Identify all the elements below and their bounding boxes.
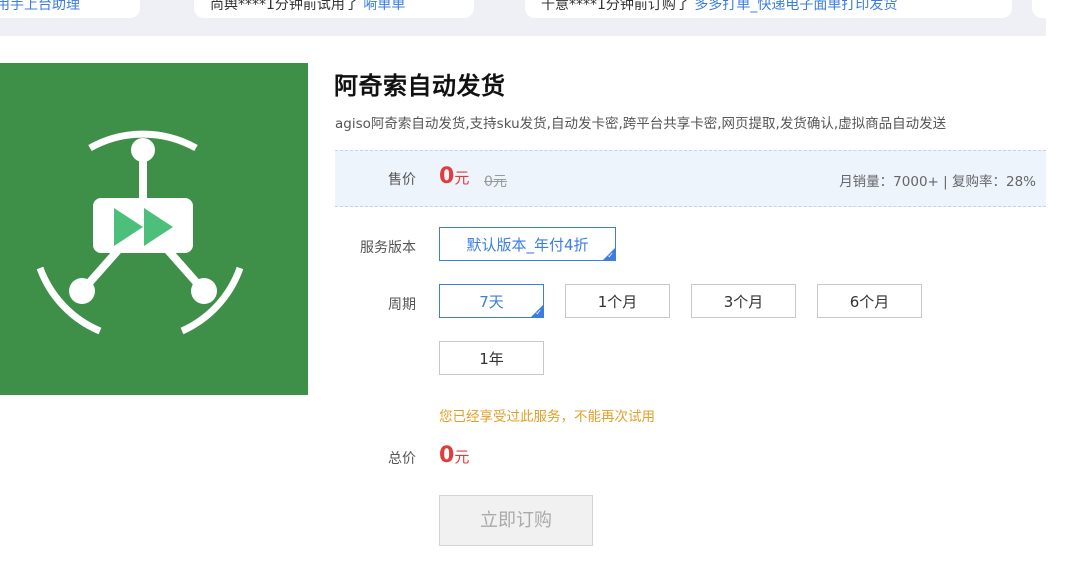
version-option-default[interactable]: 默认版本_年付4折 ✓ — [439, 227, 616, 261]
period-label: 周期 — [388, 297, 416, 313]
period-option-label: 1年 — [479, 350, 504, 368]
product-description: agiso阿奇索自动发货,支持sku发货,自动发卡密,跨平台共享卡密,网页提取,… — [335, 116, 947, 132]
recent-activity-ticker: 用手上台助理 尚舆****1分钟前试用了 嗬单单 千意****1分钟前订购了 多… — [0, 0, 1046, 36]
version-label: 服务版本 — [360, 240, 416, 256]
product-logo — [0, 63, 308, 395]
ticker-item — [1032, 0, 1046, 18]
ticker-user: 尚舆**** — [210, 0, 266, 13]
price-label: 售价 — [388, 172, 416, 188]
period-option-label: 1个月 — [597, 293, 638, 311]
period-option-7d[interactable]: 7天 ✓ — [439, 284, 544, 318]
period-option-1y[interactable]: 1年 — [439, 341, 544, 375]
period-option-label: 3个月 — [723, 293, 764, 311]
total-price-unit: 元 — [454, 448, 470, 466]
period-option-label: 6个月 — [849, 293, 890, 311]
period-option-3m[interactable]: 3个月 — [691, 284, 796, 318]
ticker-item: 千意****1分钟前订购了 多多打单_快递电子面单打印发货 — [525, 0, 1012, 18]
ticker-product-link[interactable]: 用手上台助理 — [0, 0, 80, 13]
check-icon: ✓ — [607, 251, 614, 260]
trial-notice: 您已经享受过此服务，不能再次试用 — [439, 409, 655, 425]
current-price-unit: 元 — [454, 169, 470, 187]
ticker-user: 千意**** — [541, 0, 597, 13]
period-option-6m[interactable]: 6个月 — [817, 284, 922, 318]
current-price-value: 0 — [439, 164, 455, 189]
period-option-label: 7天 — [479, 293, 504, 311]
total-price-value: 0 — [439, 443, 455, 468]
total-label: 总价 — [388, 451, 416, 467]
total-price: 0元 — [439, 443, 469, 468]
version-option-label: 默认版本_年付4折 — [466, 236, 589, 254]
robot-play-logo-icon — [36, 130, 244, 335]
ticker-product-link[interactable]: 多多打单_快递电子面单打印发货 — [694, 0, 897, 13]
product-title: 阿奇索自动发货 — [334, 72, 506, 100]
period-option-1m[interactable]: 1个月 — [565, 284, 670, 318]
ticker-item: 用手上台助理 — [0, 0, 140, 18]
ticker-action: 1分钟前试用了 — [266, 0, 359, 13]
sales-stats: 月销量：7000+ | 复购率：28% — [839, 174, 1036, 190]
ticker-action: 1分钟前订购了 — [597, 0, 690, 13]
ticker-item: 尚舆****1分钟前试用了 嗬单单 — [194, 0, 474, 18]
check-icon: ✓ — [535, 308, 542, 317]
buy-now-button[interactable]: 立即订购 — [439, 495, 593, 546]
current-price: 0元 — [439, 164, 469, 189]
original-price: 0元 — [484, 174, 507, 190]
ticker-product-link[interactable]: 嗬单单 — [363, 0, 405, 13]
